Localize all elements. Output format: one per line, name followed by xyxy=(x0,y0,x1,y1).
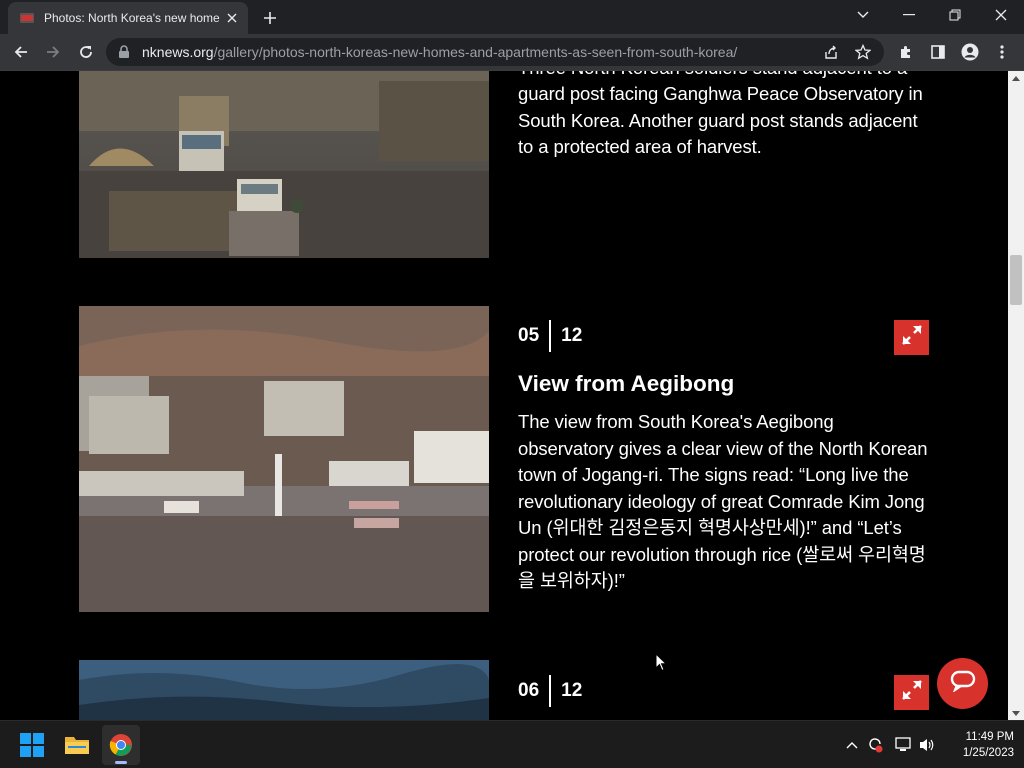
scroll-up-arrow-icon[interactable] xyxy=(1008,71,1024,85)
slide-total: 12 xyxy=(561,680,583,701)
clock-date: 1/25/2023 xyxy=(962,747,1014,759)
gallery-photo-aegibong[interactable] xyxy=(79,306,489,612)
expand-arrows-icon xyxy=(900,323,924,352)
system-clock[interactable]: 11:49 PM 1/25/2023 xyxy=(944,729,1014,761)
scrollbar-thumb[interactable] xyxy=(1010,255,1022,305)
gallery-photo-next[interactable] xyxy=(79,660,489,720)
windows-taskbar: 11:49 PM 1/25/2023 xyxy=(0,720,1024,768)
site-favicon-icon xyxy=(20,11,34,25)
file-explorer-folder-icon[interactable] xyxy=(58,725,96,765)
chat-bubble-icon xyxy=(950,670,976,697)
minimize-window-icon[interactable] xyxy=(886,0,932,30)
chat-widget-button[interactable] xyxy=(937,658,988,709)
slide-total: 12 xyxy=(561,325,583,346)
slide-index: 05 xyxy=(518,325,540,346)
tab-search-icon[interactable] xyxy=(840,0,886,30)
profile-avatar-icon[interactable] xyxy=(957,39,983,65)
side-panel-icon[interactable] xyxy=(925,39,951,65)
browser-menu-icon[interactable] xyxy=(989,39,1015,65)
browser-tab[interactable]: Photos: North Korea's new home xyxy=(8,2,248,34)
slide-title: View from Aegibong xyxy=(518,371,735,396)
counter-divider xyxy=(549,675,552,707)
network-icon[interactable] xyxy=(894,736,912,754)
slide-caption-partial: Three North Korean soldiers stand adjace… xyxy=(518,71,933,82)
slide-counter: 06 12 xyxy=(518,675,582,707)
close-window-icon[interactable] xyxy=(978,0,1024,30)
bookmark-star-icon[interactable] xyxy=(854,43,872,61)
back-arrow-icon[interactable] xyxy=(8,39,34,65)
page-scrollbar[interactable] xyxy=(1008,71,1024,720)
forward-arrow-icon[interactable] xyxy=(40,39,66,65)
counter-divider xyxy=(549,320,552,352)
tab-title: Photos: North Korea's new home xyxy=(44,11,220,25)
slide-caption: The view from South Korea's Aegibong obs… xyxy=(518,411,928,591)
tray-overflow-chevron-icon[interactable] xyxy=(843,736,861,754)
reload-icon[interactable] xyxy=(73,39,99,65)
extensions-puzzle-icon[interactable] xyxy=(893,39,919,65)
share-icon[interactable] xyxy=(822,43,840,61)
start-menu-windows-icon[interactable] xyxy=(13,725,51,765)
lock-icon[interactable] xyxy=(118,44,134,60)
volume-speaker-icon[interactable] xyxy=(918,736,936,754)
url-path: /gallery/photos-north-koreas-new-homes-a… xyxy=(213,44,738,60)
sync-alert-icon[interactable] xyxy=(866,736,884,754)
restore-window-icon[interactable] xyxy=(932,0,978,30)
expand-arrows-icon xyxy=(900,678,924,707)
mouse-cursor-icon xyxy=(655,653,667,672)
expand-photo-button[interactable] xyxy=(894,320,929,355)
clock-time: 11:49 PM xyxy=(965,731,1014,743)
gallery-photo-guard-post[interactable] xyxy=(79,71,489,258)
url-domain: nknews.org xyxy=(142,44,214,60)
browser-tab-strip: Photos: North Korea's new home xyxy=(0,0,1024,34)
slide-index: 06 xyxy=(518,680,540,701)
slide-counter: 05 12 xyxy=(518,320,582,352)
expand-photo-button[interactable] xyxy=(894,675,929,710)
tab-close-icon[interactable] xyxy=(224,10,240,26)
scroll-down-arrow-icon[interactable] xyxy=(1008,706,1024,720)
address-bar[interactable]: nknews.org/gallery/photos-north-koreas-n… xyxy=(106,38,884,66)
new-tab-button[interactable] xyxy=(258,6,282,30)
slide-caption: guard post facing Ganghwa Peace Observat… xyxy=(518,83,923,157)
page-viewport: Three North Korean soldiers stand adjace… xyxy=(0,71,1008,720)
chrome-taskbar-icon[interactable] xyxy=(102,725,140,765)
browser-toolbar: nknews.org/gallery/photos-north-koreas-n… xyxy=(0,34,1024,71)
